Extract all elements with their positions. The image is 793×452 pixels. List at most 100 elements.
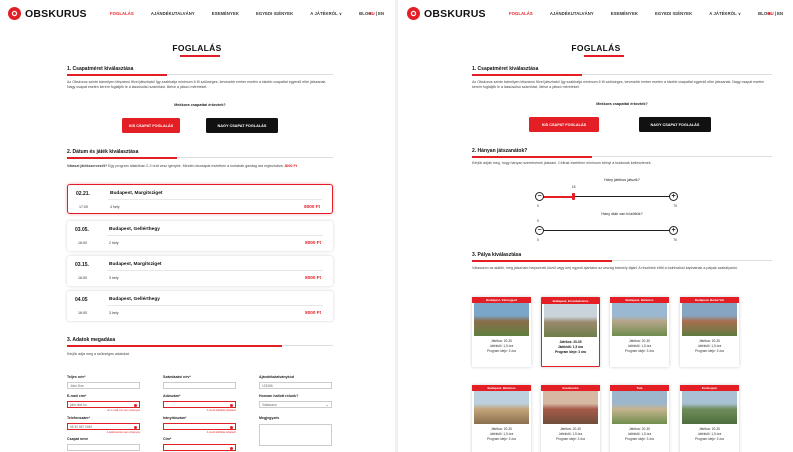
team-size-question: Mekkora csapattal érkeztek? [596, 102, 648, 106]
course-photo [612, 303, 667, 336]
card-price: 8000 Ft [305, 240, 321, 245]
slider-value: 0 [537, 219, 539, 223]
address-input[interactable] [163, 444, 236, 451]
menu-item-foglalas[interactable]: FOGLALÁS [110, 11, 134, 16]
plus-icon[interactable]: + [669, 226, 678, 235]
card-time: 16:00 [78, 276, 87, 280]
team-size-description: Az Obskurus szinte bármilyen létszámú fő… [472, 80, 765, 89]
small-team-button[interactable]: KIS CSAPAT FOGLALÁS [122, 118, 180, 133]
menu-item-ajandekutalvany[interactable]: AJÁNDÉKUTALVÁNY [550, 11, 594, 16]
card-time: 16:00 [78, 311, 87, 315]
course-info: Játékos: 20-35 Játékidő: 1,5 óra Program i… [472, 336, 531, 353]
date-note-bold: Választ játékszervezőt? [67, 164, 108, 168]
zip-input[interactable] [163, 423, 236, 430]
date-card[interactable]: 02.21. Budapest, Margitsziget 17:00 4 he… [67, 184, 333, 214]
team-name-input[interactable] [67, 444, 140, 451]
slider-min-label: 0 [537, 204, 539, 208]
course-info: Játékos: 20-35 Játékidő: 1,5 óra Program i… [610, 336, 669, 353]
email-input[interactable]: john.doe.hu [67, 401, 140, 408]
course-tile[interactable]: Budapest, Belváros Játékos: 20-35 Játékidő… [472, 385, 531, 452]
slider-max-label: 70 [673, 204, 677, 208]
course-tile[interactable]: Budapest, Erzsébetváros Játékos: 20-35 Ját… [541, 297, 600, 367]
date-note-text: Egy program átlaköban 2-3 órát vesz igén… [107, 164, 284, 168]
menu-item-ajandekutalvany[interactable]: AJÁNDÉKUTALVÁNY [151, 11, 195, 16]
menu-item-foglalas[interactable]: FOGLALÁS [509, 11, 533, 16]
title-underline [180, 55, 220, 57]
card-time: 16:00 [78, 241, 87, 245]
team-size-description: Az Obskurus szinte bármilyen létszámú fő… [67, 80, 327, 89]
menu-item-egyedi-igenyek[interactable]: EGYEDI IGÉNYEK [655, 11, 692, 16]
menu-item-egyedi-igenyek[interactable]: EGYEDI IGÉNYEK [256, 11, 293, 16]
course-info: Játékos: 20-35 Játékidő: 1,5 óra Program i… [472, 424, 531, 441]
voucher-label: Ajándékutalványkód [259, 375, 294, 379]
card-date: 03.15. [75, 262, 89, 268]
course-tile[interactable]: Budapest, Várnegyed Játékos: 20-35 Játékid… [472, 297, 531, 367]
course-tile[interactable]: Tata Játékos: 20-35 Játékidő: 1,5 óra Progr… [610, 385, 669, 452]
card-price: 8000 Ft [304, 204, 320, 209]
lang-en[interactable]: EN [378, 11, 384, 16]
course-photo [682, 303, 737, 336]
course-program: Program ideje: 3 óra [695, 348, 724, 353]
voucher-input[interactable]: 123456 [259, 382, 332, 389]
players-slider[interactable]: 18 − + 0 70 [535, 185, 678, 208]
logo[interactable]: OBSKURUS [8, 7, 87, 20]
error-icon [133, 403, 137, 407]
email-error: Az e-mail cím nem érvényes [107, 409, 140, 412]
billing-name-input[interactable] [163, 382, 236, 389]
menu-item-a-jatekrol[interactable]: A JÁTÉKRÓL ∨ [709, 11, 741, 16]
phone-value: 06 30 567 0040 [70, 425, 93, 429]
course-tile[interactable]: Esztergom Játékos: 20-35 Játékidő: 1,5 óra… [680, 385, 739, 452]
section-heading-team-size: 1. Csapatméret kiválasztása [472, 66, 539, 72]
big-team-button[interactable]: NAGY CSAPAT FOGLALÁS [639, 117, 711, 132]
main-menu: FOGLALÁS AJÁNDÉKUTALVÁNY ESEMÉNYEK EGYED… [509, 11, 788, 16]
error-icon [229, 446, 233, 450]
menu-item-esemenyek[interactable]: ESEMÉNYEK [212, 11, 239, 16]
language-switch: HU | EN [768, 11, 783, 16]
date-card[interactable]: 04.05 Budapest, Gellérthegy 16:00 3 hely… [67, 291, 333, 321]
course-program: Program ideje: 3 óra [555, 349, 586, 354]
plus-icon[interactable]: + [669, 192, 678, 201]
section-heading-player-count: 2. Hányan játszanátok? [472, 148, 528, 154]
main-menu: FOGLALÁS AJÁNDÉKUTALVÁNY ESEMÉNYEK EGYED… [110, 11, 389, 16]
comment-textarea[interactable] [259, 424, 332, 446]
logo-text: OBSKURUS [25, 7, 87, 20]
page-title: FOGLALÁS [571, 43, 621, 53]
students-question: Hány diák van közöttük? [601, 212, 643, 216]
logo[interactable]: OBSKURUS [407, 7, 486, 20]
students-slider[interactable]: 0 − + 0 70 [535, 219, 678, 242]
big-team-button[interactable]: NAGY CSAPAT FOGLALÁS [206, 118, 278, 133]
course-photo [544, 304, 597, 337]
menu-item-a-jatekrol[interactable]: A JÁTÉKRÓL ∨ [310, 11, 342, 16]
card-seats: 3 hely [109, 276, 119, 280]
course-photo [612, 391, 667, 424]
referral-label: Honnan hallott rólunk? [259, 394, 299, 398]
phone-input[interactable]: 06 30 567 0040 [67, 423, 140, 430]
billing-name-label: Számlázási név* [163, 375, 191, 379]
referral-select[interactable]: Válasszon ⌄ [259, 401, 332, 408]
slider-value: 18 [571, 185, 576, 189]
email-label: E-mail cím* [67, 394, 87, 398]
lang-en[interactable]: EN [777, 11, 783, 16]
card-location: Budapest, Margitsziget [109, 262, 162, 267]
minus-icon[interactable]: − [535, 192, 544, 201]
tax-number-error: A mező kitöltése kötelező [206, 409, 236, 412]
slider-fill [539, 195, 574, 198]
course-photo [682, 391, 737, 424]
date-card[interactable]: 03.15. Budapest, Margitsziget 16:00 3 he… [67, 256, 333, 286]
tax-number-input[interactable] [163, 401, 236, 408]
date-note: Választ játékszervezőt? Egy program átla… [67, 164, 333, 169]
small-team-button[interactable]: KIS CSAPAT FOGLALÁS [529, 117, 599, 132]
course-info: Játékos: 20-35 Játékidő: 1,5 óra Program i… [542, 337, 599, 354]
section-heading-course: 3. Pálya kiválasztása [472, 252, 522, 258]
menu-item-esemenyek[interactable]: ESEMÉNYEK [611, 11, 638, 16]
course-tile[interactable]: Budapest, Belváros Játékos: 20-35 Játékidő… [610, 297, 669, 367]
course-info: Játékos: 20-35 Játékidő: 1,5 óra Program i… [610, 424, 669, 441]
full-name-input[interactable]: John Doe [67, 382, 140, 389]
card-seats: 2 hely [109, 241, 119, 245]
date-card[interactable]: 03.05. Budapest, Gellérthegy 16:00 2 hel… [67, 221, 333, 251]
course-tile[interactable]: Budapest, Budai Vár Játékos: 20-35 Játékid… [680, 297, 739, 367]
slider-handle[interactable] [572, 193, 576, 200]
course-tile[interactable]: Szentendre Játékos: 20-35 Játékidő: 1,5 ór… [541, 385, 600, 452]
minus-icon[interactable]: − [535, 226, 544, 235]
logo-mark-icon [407, 7, 420, 20]
